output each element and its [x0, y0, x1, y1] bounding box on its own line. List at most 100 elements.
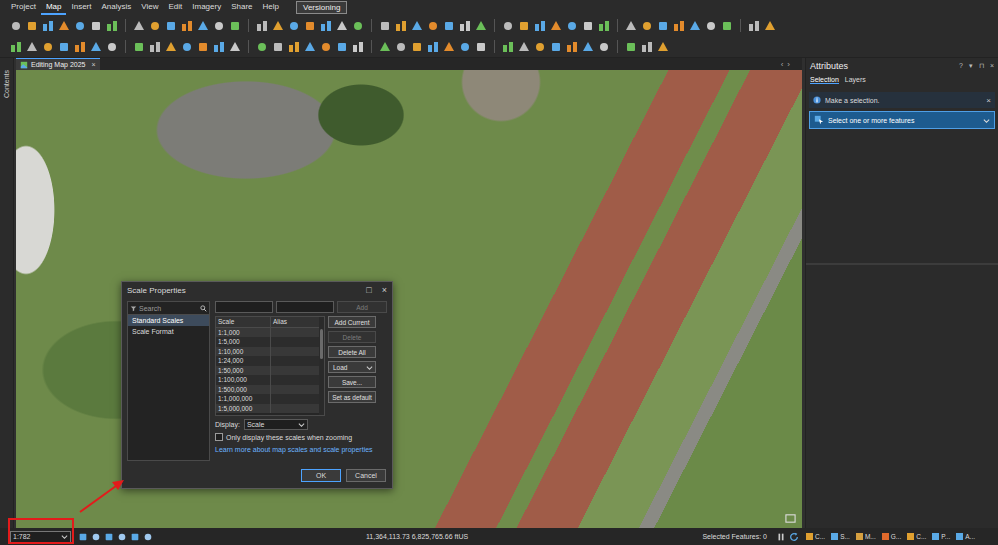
- tool-icon[interactable]: [518, 41, 530, 53]
- feature-picker[interactable]: Select one or more features: [809, 111, 995, 129]
- window-control[interactable]: ×: [382, 285, 387, 295]
- tool-icon[interactable]: [197, 41, 209, 53]
- tool-icon[interactable]: [26, 41, 38, 53]
- tool-icon[interactable]: [74, 41, 86, 53]
- tool-icon[interactable]: [74, 20, 86, 32]
- dock-tab[interactable]: C...: [806, 533, 825, 540]
- tool-icon[interactable]: [657, 20, 669, 32]
- table-row[interactable]: 1:24,000: [216, 356, 324, 366]
- add-button[interactable]: Add: [337, 301, 387, 313]
- tool-icon[interactable]: [534, 20, 546, 32]
- tool-icon[interactable]: [550, 20, 562, 32]
- tool-icon[interactable]: [475, 20, 487, 32]
- pane-control[interactable]: ?: [959, 62, 963, 70]
- tool-icon[interactable]: [149, 41, 161, 53]
- tool-icon[interactable]: [582, 41, 594, 53]
- refresh-icon[interactable]: [789, 532, 799, 542]
- ribbon-tab[interactable]: Insert: [66, 0, 96, 15]
- tool-icon[interactable]: [256, 41, 268, 53]
- ribbon-tab[interactable]: Edit: [163, 0, 187, 15]
- tool-icon[interactable]: [518, 20, 530, 32]
- map-canvas[interactable]: Scale Properties□×SearchStandard ScalesS…: [16, 70, 802, 528]
- action-button[interactable]: Delete: [328, 331, 376, 343]
- contextual-tab[interactable]: Versioning: [296, 1, 347, 14]
- contents-label[interactable]: Contents: [3, 62, 10, 98]
- tool-icon[interactable]: [304, 41, 316, 53]
- tool-icon[interactable]: [641, 20, 653, 32]
- tool-icon[interactable]: [106, 20, 118, 32]
- tool-icon[interactable]: [625, 20, 637, 32]
- tool-icon[interactable]: [229, 20, 241, 32]
- ribbon-tab[interactable]: Project: [6, 0, 41, 15]
- alias-input[interactable]: [276, 301, 334, 313]
- pane-tab[interactable]: Layers: [845, 76, 866, 84]
- tool-icon[interactable]: [673, 20, 685, 32]
- scroll-thumb[interactable]: [320, 329, 323, 359]
- tool-icon[interactable]: [748, 20, 760, 32]
- tool-icon[interactable]: [475, 41, 487, 53]
- checkbox[interactable]: [215, 433, 223, 441]
- tool-icon[interactable]: [213, 41, 225, 53]
- tool-icon[interactable]: [459, 41, 471, 53]
- tool-icon[interactable]: [304, 20, 316, 32]
- tool-icon[interactable]: [598, 20, 610, 32]
- tool-icon[interactable]: [320, 20, 332, 32]
- scrollbar[interactable]: [319, 317, 324, 415]
- dock-tab[interactable]: P...: [932, 533, 950, 540]
- tool-icon[interactable]: [197, 20, 209, 32]
- overview-icon[interactable]: [785, 513, 796, 524]
- tool-icon[interactable]: [395, 41, 407, 53]
- tool-icon[interactable]: [689, 20, 701, 32]
- tool-icon[interactable]: [379, 20, 391, 32]
- tool-icon[interactable]: [395, 20, 407, 32]
- ribbon-tab[interactable]: Analysis: [96, 0, 136, 15]
- tool-icon[interactable]: [657, 41, 669, 53]
- tool-icon[interactable]: [336, 41, 348, 53]
- close-button[interactable]: ×: [986, 96, 991, 105]
- dock-tab[interactable]: S...: [831, 533, 850, 540]
- tool-icon[interactable]: [582, 20, 594, 32]
- tool-icon[interactable]: [352, 20, 364, 32]
- column-header[interactable]: Alias: [271, 317, 318, 327]
- tool-icon[interactable]: [534, 41, 546, 53]
- action-button[interactable]: Set as default: [328, 391, 376, 403]
- tool-icon[interactable]: [443, 41, 455, 53]
- tool-icon[interactable]: [165, 41, 177, 53]
- status-tool-icon[interactable]: [104, 532, 114, 542]
- tool-icon[interactable]: [379, 41, 391, 53]
- tool-icon[interactable]: [181, 41, 193, 53]
- tool-icon[interactable]: [411, 41, 423, 53]
- ribbon-tab[interactable]: Help: [258, 0, 284, 15]
- table-row[interactable]: 1:10,000: [216, 347, 324, 357]
- ribbon-tab[interactable]: Imagery: [187, 0, 226, 15]
- dock-tab[interactable]: A...: [956, 533, 975, 540]
- tool-icon[interactable]: [320, 41, 332, 53]
- tool-icon[interactable]: [165, 20, 177, 32]
- table-row[interactable]: 1:5,000: [216, 337, 324, 347]
- tool-icon[interactable]: [58, 41, 70, 53]
- tool-icon[interactable]: [443, 20, 455, 32]
- dock-tab[interactable]: G...: [882, 533, 901, 540]
- scale-dropdown[interactable]: 1:782: [10, 531, 71, 543]
- scale-input[interactable]: [215, 301, 273, 313]
- tool-icon[interactable]: [550, 41, 562, 53]
- tool-icon[interactable]: [213, 20, 225, 32]
- tool-icon[interactable]: [90, 41, 102, 53]
- dock-tab[interactable]: C...: [907, 533, 926, 540]
- tool-icon[interactable]: [598, 41, 610, 53]
- tool-icon[interactable]: [427, 20, 439, 32]
- pane-tab[interactable]: Selection: [810, 76, 839, 84]
- dialog-titlebar[interactable]: Scale Properties□×: [122, 282, 392, 298]
- pane-control[interactable]: ▾: [969, 62, 973, 70]
- ribbon-tab[interactable]: Map: [41, 0, 67, 15]
- action-button[interactable]: Add Current: [328, 316, 376, 328]
- nav-button[interactable]: ‹: [781, 60, 784, 69]
- column-header[interactable]: Scale: [216, 317, 271, 327]
- status-tool-icon[interactable]: [143, 532, 153, 542]
- dock-tab[interactable]: M...: [856, 533, 876, 540]
- tool-icon[interactable]: [10, 20, 22, 32]
- tool-icon[interactable]: [272, 20, 284, 32]
- tool-icon[interactable]: [641, 41, 653, 53]
- status-tool-icon[interactable]: [78, 532, 88, 542]
- tool-icon[interactable]: [625, 41, 637, 53]
